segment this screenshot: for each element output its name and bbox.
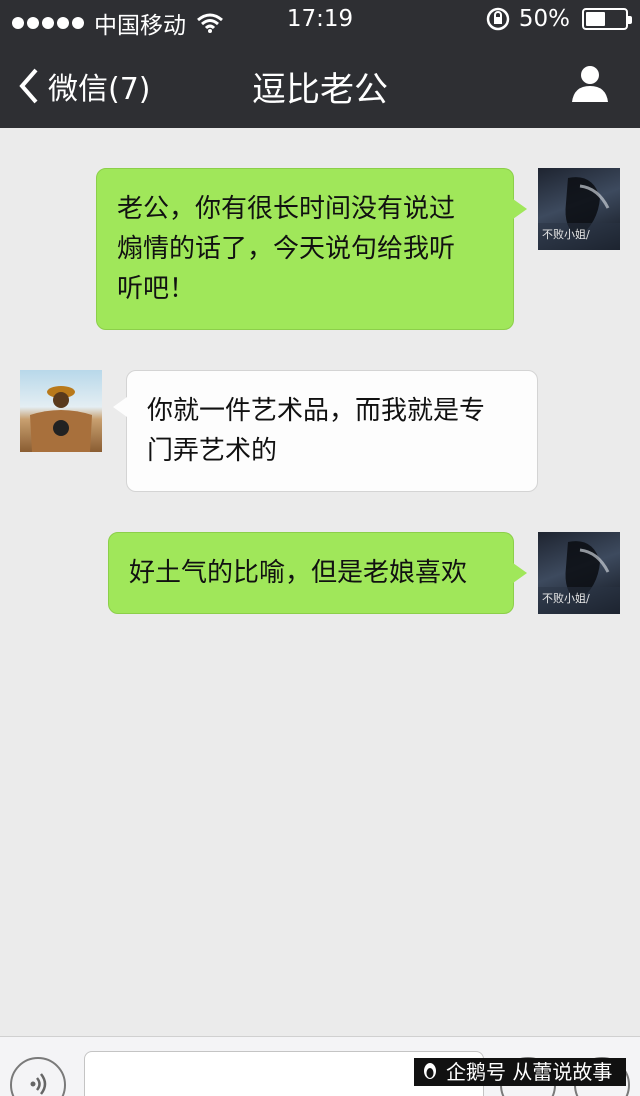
avatar-contact[interactable] (20, 370, 102, 452)
message-line: 你就一件艺术品，而我就是专 (147, 396, 486, 426)
battery-icon (582, 8, 632, 30)
voice-button[interactable] (10, 1057, 66, 1096)
message-bubble[interactable]: 老公，你有很长时间没有说过 煽情的话了，今天说句给我听 听吧！ (96, 168, 527, 330)
avatar-image (30, 386, 92, 452)
message-line: 老公，你有很长时间没有说过 (117, 194, 456, 224)
watermark: 企鹅号 从蕾说故事 (414, 1058, 626, 1086)
status-bar: 中国移动 17:19 50% (0, 0, 640, 40)
avatar-caption: 不败小姐/ (542, 228, 590, 241)
avatar-me[interactable]: 不败小姐/ (538, 168, 620, 250)
penguin-icon (424, 1063, 436, 1079)
battery-percent: 50% (518, 6, 570, 32)
message-line: 煽情的话了，今天说句给我听 (117, 234, 456, 264)
nav-bar: 微信(7) 逗比老公 (0, 40, 640, 128)
chat-title: 逗比老公 (252, 70, 388, 110)
message-line: 门弄艺术的 (147, 436, 278, 466)
watermark-text: 企鹅号 从蕾说故事 (446, 1060, 613, 1084)
profile-icon[interactable] (570, 62, 610, 102)
top-bar: 中国移动 17:19 50% 微信(7) 逗比老公 (0, 0, 640, 128)
message-line: 听吧！ (117, 274, 196, 304)
voice-icon (30, 1073, 47, 1095)
avatar-me[interactable]: 不败小姐/ (538, 532, 620, 614)
message-bubble[interactable]: 你就一件艺术品，而我就是专 门弄艺术的 (113, 370, 538, 492)
message-bubble[interactable]: 好土气的比喻，但是老娘喜欢 (108, 532, 527, 614)
rotation-lock-icon (486, 7, 510, 31)
avatar-caption: 不败小姐/ (542, 592, 590, 605)
message-line: 好土气的比喻，但是老娘喜欢 (129, 558, 468, 588)
